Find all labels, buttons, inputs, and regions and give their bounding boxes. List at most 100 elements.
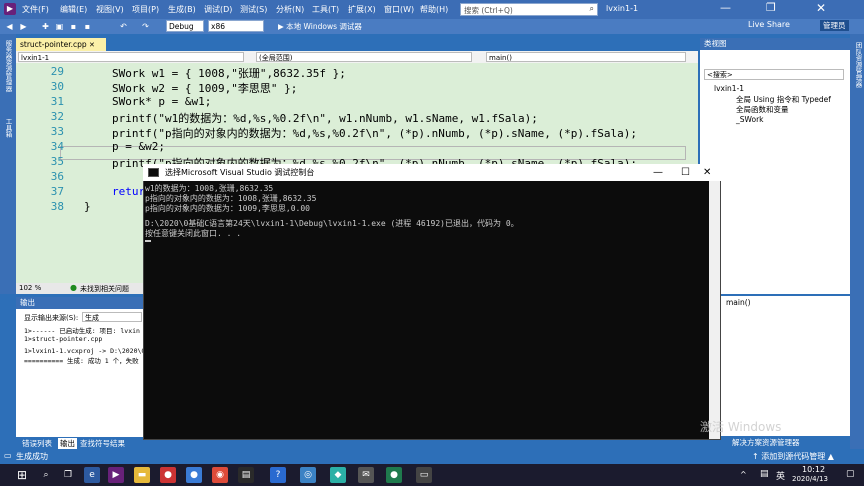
server-explorer-tab[interactable]: 服务器资源管理器 (3, 40, 13, 92)
code-line[interactable]: printf("w1的数据为：%d,%s,%0.2f\n", w1.nNumb,… (112, 110, 538, 126)
class-tree-swork[interactable]: _SWork (736, 115, 764, 124)
output-source-label: 显示输出来源(S): (24, 314, 79, 322)
platform-value: x86 (211, 22, 225, 31)
line-number: 33 (50, 125, 64, 138)
run-debugger-button[interactable]: ▶ 本地 Windows 调试器 (278, 21, 362, 32)
edge-icon[interactable]: e (84, 467, 100, 483)
menu-build[interactable]: 生成(B) (168, 4, 196, 15)
code-line[interactable]: SWork* p = &w1; (112, 95, 211, 108)
line-number: 32 (50, 110, 64, 123)
class-search-placeholder: <搜索> (707, 71, 733, 79)
clock-date[interactable]: 2020/4/13 (792, 475, 828, 483)
menu-view[interactable]: 视图(V) (96, 4, 124, 15)
console-title: 选择Microsoft Visual Studio 调试控制台 (165, 168, 315, 177)
save-all-icon[interactable]: ▪ (82, 21, 93, 32)
project-value: lvxin1-1 (21, 54, 50, 62)
code-line[interactable]: p = &w2; (112, 140, 165, 153)
code-line[interactable]: } (84, 200, 91, 213)
scope-combo[interactable]: (全局范围) (256, 52, 472, 62)
output-source-combo[interactable]: 生成 (82, 312, 142, 322)
line-number: 35 (50, 155, 64, 168)
code-line[interactable]: SWork w2 = { 1009,"李思思" }; (112, 80, 297, 96)
maximize-icon[interactable]: ❐ (766, 1, 776, 14)
platform-combo[interactable]: x86 (208, 20, 264, 32)
tab-close-icon[interactable]: ✕ (89, 41, 95, 49)
redo-icon[interactable]: ↷ (140, 21, 151, 32)
tab-solution-explorer[interactable]: 解决方案资源管理器 (732, 437, 800, 448)
app-icon[interactable]: ▤ (238, 467, 254, 483)
clock-time[interactable]: 10:12 (802, 465, 825, 474)
help-icon[interactable]: ? (270, 467, 286, 483)
menu-test[interactable]: 测试(S) (240, 4, 267, 15)
console-scrollbar[interactable] (709, 181, 720, 439)
chrome-icon[interactable]: ◉ (212, 467, 228, 483)
app-icon[interactable]: ✉ (358, 467, 374, 483)
menu-debug[interactable]: 调试(D) (204, 4, 232, 15)
console-close-icon[interactable]: ✕ (703, 164, 711, 181)
console-task-icon[interactable]: ▭ (416, 467, 432, 483)
tab-error-list[interactable]: 错误列表 (22, 438, 52, 449)
new-file-icon[interactable]: ✚ (40, 21, 51, 32)
source-control-button[interactable]: ↑ 添加到源代码管理 ▲ (752, 451, 834, 462)
notification-icon[interactable]: ▢ (846, 469, 855, 479)
menu-file[interactable]: 文件(F) (22, 4, 49, 15)
app-icon[interactable]: ● (186, 467, 202, 483)
back-icon[interactable]: ◀ (4, 21, 15, 32)
line-number: 38 (50, 200, 64, 213)
menu-window[interactable]: 窗口(W) (384, 4, 414, 15)
menu-project[interactable]: 项目(P) (132, 4, 159, 15)
app-icon[interactable]: ◆ (330, 467, 346, 483)
line-number: 36 (50, 170, 64, 183)
class-tree-globals[interactable]: 全局函数和变量 (736, 104, 789, 115)
tab-find-symbol[interactable]: 查找符号结果 (80, 438, 125, 449)
class-tree-project[interactable]: lvxin1-1 (714, 84, 744, 93)
line-number: 34 (50, 140, 64, 153)
visual-studio-icon[interactable]: ▶ (108, 467, 124, 483)
status-text: 生成成功 (16, 452, 48, 461)
search-box[interactable]: 搜索 (Ctrl+Q) ⌕ (460, 3, 598, 16)
code-line[interactable]: printf("p指向的对象内的数据为：%d,%s,%0.2f\n", (*p)… (112, 125, 637, 141)
tab-output[interactable]: 输出 (58, 438, 77, 449)
minimize-icon[interactable]: — (720, 1, 731, 14)
menu-help[interactable]: 帮助(H) (420, 4, 448, 15)
team-explorer-tab[interactable]: 团队资源管理器 (853, 42, 863, 88)
console-maximize-icon[interactable]: ☐ (681, 164, 690, 181)
app-icon[interactable]: ● (386, 467, 402, 483)
code-line[interactable]: SWork w1 = { 1008,"张珊",8632.35f }; (112, 65, 346, 81)
project-combo[interactable]: lvxin1-1 (18, 52, 244, 62)
app-icon[interactable]: ◎ (300, 467, 316, 483)
menu-edit[interactable]: 编辑(E) (60, 4, 87, 15)
config-combo[interactable]: Debug (166, 20, 204, 32)
console-cursor (145, 240, 151, 242)
save-icon[interactable]: ▪ (68, 21, 79, 32)
task-view-icon[interactable]: ❐ (60, 467, 76, 483)
forward-icon[interactable]: ▶ (18, 21, 29, 32)
open-icon[interactable]: ▣ (54, 21, 65, 32)
toolbox-tab[interactable]: 工具箱 (3, 118, 13, 138)
console-line: p指向的对象内的数据为：1009,李思思,0.00 (145, 204, 310, 213)
taskbar-search-icon[interactable]: ⌕ (38, 467, 54, 483)
console-titlebar[interactable]: 选择Microsoft Visual Studio 调试控制台 — ☐ ✕ (143, 164, 721, 181)
tab-label: struct-pointer.cpp (20, 40, 87, 49)
app-icon[interactable]: ● (160, 467, 176, 483)
menu-extensions[interactable]: 扩展(X) (348, 4, 376, 15)
class-search-input[interactable]: <搜索> (704, 69, 844, 80)
status-bar: ▭ 生成成功 ↑ 添加到源代码管理 ▲ (0, 449, 864, 464)
admin-badge[interactable]: 管理员 (820, 20, 849, 31)
windows-start-icon[interactable]: ⊞ (14, 467, 30, 483)
input-lang[interactable]: 英 (776, 469, 785, 482)
member-item[interactable]: main() (726, 298, 751, 307)
liveshare-button[interactable]: Live Share (748, 20, 790, 29)
file-explorer-icon[interactable]: ▬ (134, 467, 150, 483)
close-icon[interactable]: ✕ (816, 1, 826, 15)
network-icon[interactable]: ▤ (760, 469, 769, 479)
undo-icon[interactable]: ↶ (118, 21, 129, 32)
menu-analyze[interactable]: 分析(N) (276, 4, 304, 15)
console-minimize-icon[interactable]: — (653, 164, 663, 181)
tray-chevron-icon[interactable]: ^ (740, 470, 747, 479)
menu-tools[interactable]: 工具(T) (312, 4, 339, 15)
zoom-level[interactable]: 102 % (19, 284, 41, 292)
menu-bar: ▶ 文件(F) 编辑(E) 视图(V) 项目(P) 生成(B) 调试(D) 测试… (0, 0, 864, 19)
function-combo[interactable]: main() (486, 52, 686, 62)
tab-struct-pointer[interactable]: struct-pointer.cpp ✕ (16, 38, 106, 51)
